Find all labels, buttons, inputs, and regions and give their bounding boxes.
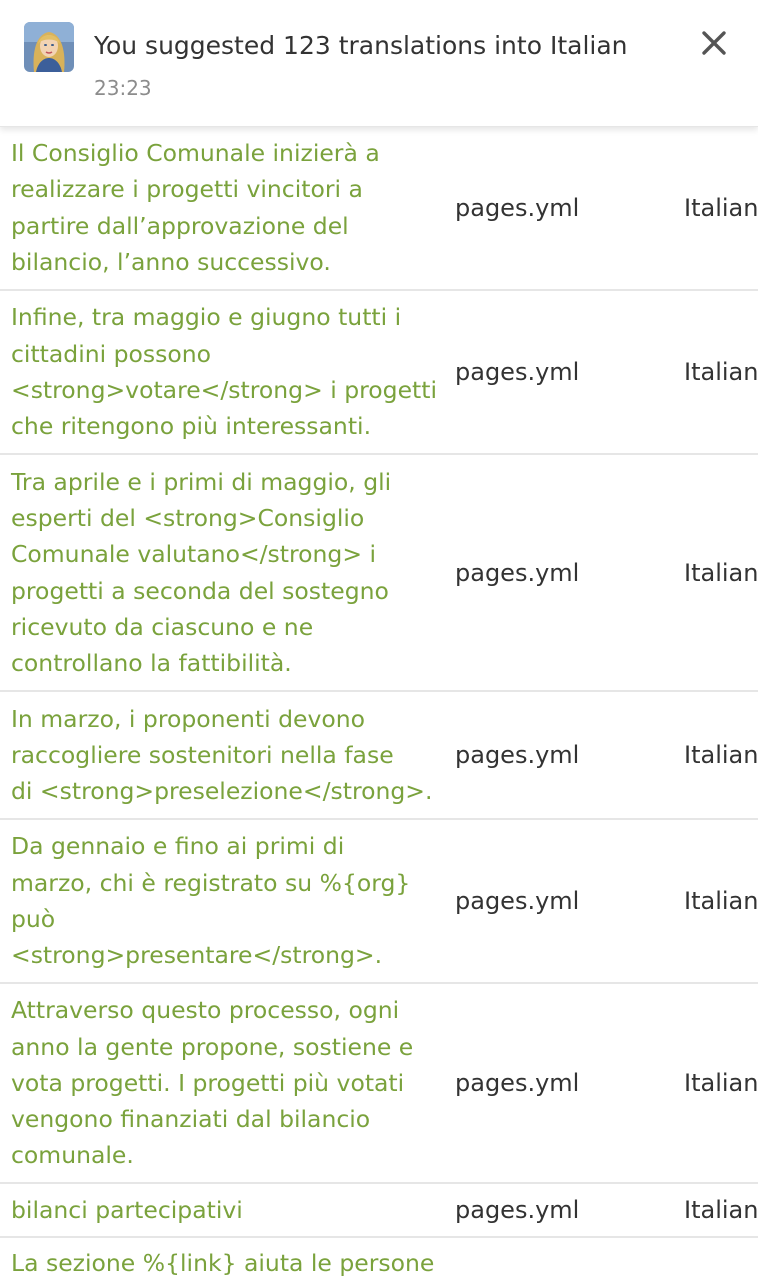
- table-row[interactable]: Infine, tra maggio e giugno tutti i citt…: [0, 291, 758, 455]
- language: Italian: [684, 193, 758, 222]
- table-row[interactable]: Attraverso questo processo, ogni anno la…: [0, 984, 758, 1184]
- table-row[interactable]: bilanci partecipativi pages.yml Italian: [0, 1184, 758, 1238]
- notification-time: 23:23: [94, 76, 152, 100]
- page: You suggested 123 translations into Ital…: [0, 0, 758, 1280]
- table-row[interactable]: Tra aprile e i primi di maggio, gli espe…: [0, 455, 758, 692]
- file-name: pages.yml: [455, 558, 580, 587]
- notification-title: You suggested 123 translations into Ital…: [94, 31, 628, 60]
- avatar: [24, 22, 74, 72]
- table-row[interactable]: La sezione %{link} aiuta le persone: [0, 1238, 758, 1280]
- file-name: pages.yml: [455, 358, 580, 386]
- translation-text: Da gennaio e fino ai primi di marzo, chi…: [11, 832, 411, 970]
- translation-text: Tra aprile e i primi di maggio, gli espe…: [11, 467, 392, 678]
- translation-text: bilanci partecipativi: [11, 1195, 243, 1224]
- table-row[interactable]: Il Consiglio Comunale inizierà a realizz…: [0, 126, 758, 291]
- translation-text: Il Consiglio Comunale inizierà a realizz…: [11, 138, 380, 276]
- close-button[interactable]: [694, 22, 736, 64]
- table-row[interactable]: In marzo, i proponenti devono raccoglier…: [0, 692, 758, 820]
- translation-text: Infine, tra maggio e giugno tutti i citt…: [11, 303, 438, 441]
- language: Italian: [684, 358, 758, 386]
- file-name: pages.yml: [455, 887, 580, 915]
- table-row[interactable]: Da gennaio e fino ai primi di marzo, chi…: [0, 820, 758, 984]
- translation-text: In marzo, i proponenti devono raccoglier…: [11, 704, 433, 806]
- file-name: pages.yml: [455, 741, 580, 769]
- language: Italian: [684, 1196, 758, 1224]
- file-name: pages.yml: [455, 1196, 580, 1224]
- notification-banner[interactable]: You suggested 123 translations into Ital…: [0, 0, 758, 127]
- avatar-image: [24, 22, 74, 72]
- translation-text: La sezione %{link} aiuta le persone: [11, 1249, 435, 1277]
- language: Italian: [684, 558, 758, 587]
- language: Italian: [684, 741, 758, 769]
- language: Italian: [684, 1069, 758, 1097]
- translation-text: Attraverso questo processo, ogni anno la…: [11, 996, 414, 1170]
- file-name: pages.yml: [455, 193, 580, 222]
- language: Italian: [684, 887, 758, 915]
- translations-table: Il Consiglio Comunale inizierà a realizz…: [0, 126, 758, 1280]
- close-icon: [702, 31, 726, 55]
- file-name: pages.yml: [455, 1069, 580, 1097]
